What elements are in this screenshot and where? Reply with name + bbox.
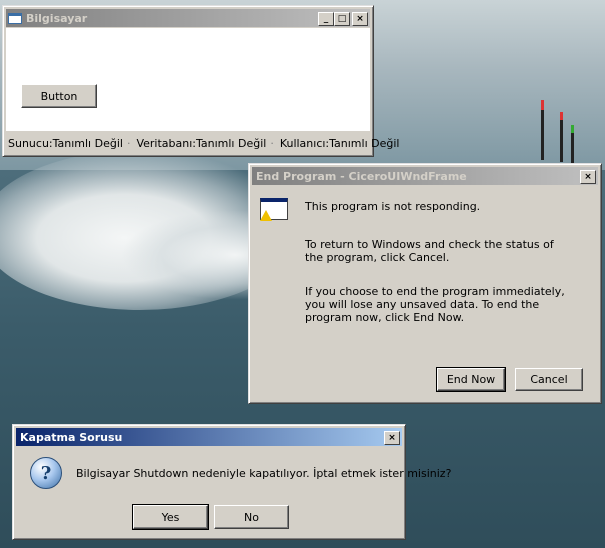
warning-icon <box>260 210 272 221</box>
end-program-titlebar[interactable]: End Program - CiceroUIWndFrame × <box>252 167 598 185</box>
maximize-icon[interactable]: □ <box>334 12 350 26</box>
minimize-icon[interactable]: _ <box>318 12 334 26</box>
bilgisayar-titlebar[interactable]: Bilgisayar _ □ × <box>6 9 370 27</box>
status-user: Kullanıcı:Tanımlı Değil <box>279 136 400 150</box>
buoy-marker <box>541 100 544 110</box>
end-now-button[interactable]: End Now <box>436 367 506 392</box>
kapatma-titlebar[interactable]: Kapatma Sorusu × <box>16 428 402 446</box>
end-program-title: End Program - CiceroUIWndFrame <box>256 169 467 183</box>
status-bar: Sunucu:Tanımlı Değil · Veritabanı:Tanıml… <box>6 134 399 152</box>
kapatma-title: Kapatma Sorusu <box>20 430 123 444</box>
no-button[interactable]: No <box>214 505 289 529</box>
end-program-dialog: End Program - CiceroUIWndFrame × This pr… <box>248 163 602 404</box>
bilgisayar-client-area <box>6 28 370 131</box>
question-icon: ? <box>30 457 62 489</box>
yes-button[interactable]: Yes <box>132 504 209 530</box>
bilgisayar-title: Bilgisayar <box>26 11 88 25</box>
buoy-marker <box>560 112 563 120</box>
close-icon[interactable]: × <box>580 170 596 184</box>
close-icon[interactable]: × <box>384 431 400 445</box>
window-icon <box>8 12 22 24</box>
main-button[interactable]: Button <box>21 84 97 108</box>
kapatma-sorusu-dialog: Kapatma Sorusu × ? Bilgisayar Shutdown n… <box>12 424 452 540</box>
end-now-warning: If you choose to end the program immedia… <box>305 285 565 324</box>
cancel-button[interactable]: Cancel <box>515 368 583 391</box>
not-responding-icon <box>260 198 290 222</box>
buoy-marker <box>571 125 574 133</box>
bilgisayar-window: Bilgisayar _ □ × Button Sunucu:Tanımlı D… <box>2 5 399 157</box>
shutdown-question: Bilgisayar Shutdown nedeniyle kapatılıyo… <box>76 467 452 480</box>
status-server: Sunucu:Tanımlı Değil <box>8 136 123 150</box>
cancel-instructions: To return to Windows and check the statu… <box>305 238 554 264</box>
status-database: Veritabanı:Tanımlı Değil <box>136 136 267 150</box>
close-icon[interactable]: × <box>352 12 368 26</box>
not-responding-message: This program is not responding. <box>305 200 481 213</box>
